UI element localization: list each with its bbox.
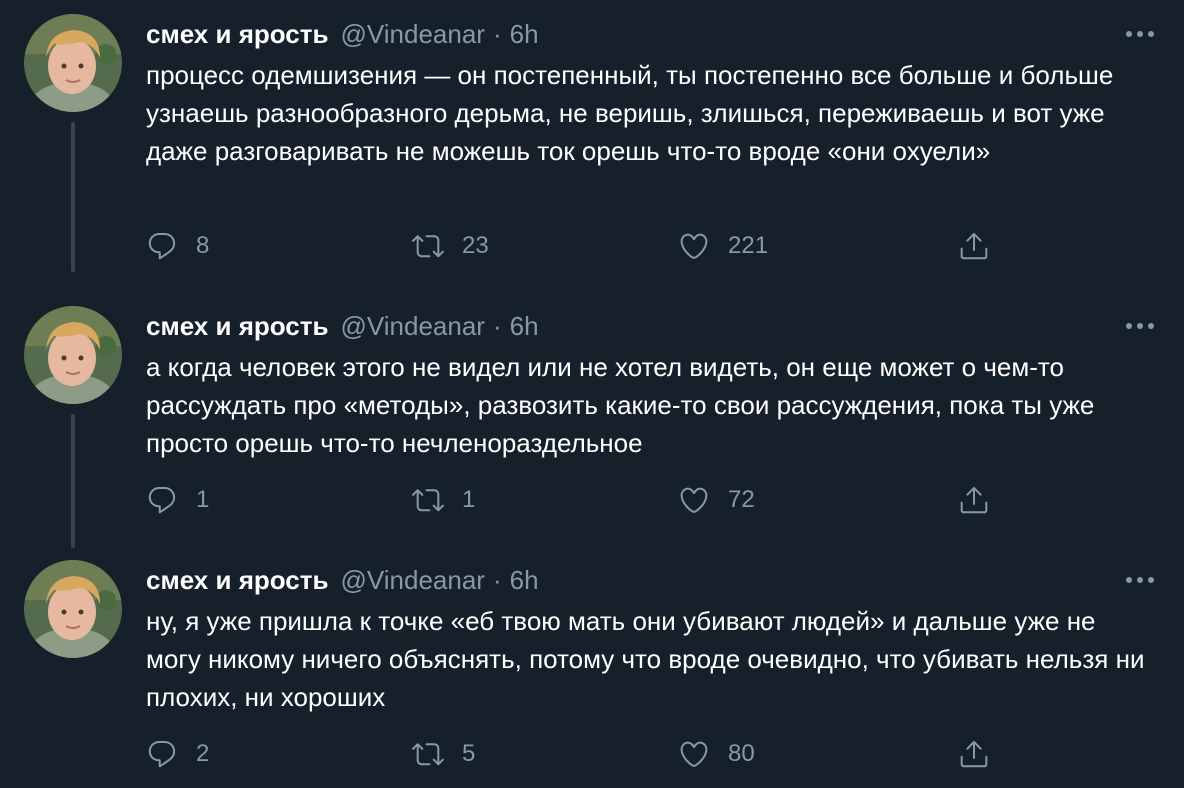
share-button[interactable]: [958, 484, 990, 516]
share-button[interactable]: [958, 230, 990, 262]
share-icon: [958, 484, 990, 516]
user-handle[interactable]: @Vindeanar: [340, 565, 484, 596]
tweet-text: ну, я уже пришла к точке «еб твою мать о…: [146, 606, 1145, 712]
like-button[interactable]: 80: [678, 738, 755, 770]
separator-dot: ·: [492, 564, 502, 595]
retweet-icon: [412, 484, 444, 516]
tweet-text: процесс одемшизения — он постепенный, ты…: [146, 60, 1114, 166]
heart-icon: [678, 484, 710, 516]
share-icon: [958, 738, 990, 770]
like-button[interactable]: 221: [678, 230, 768, 262]
tweet-header: смех и ярость @Vindeanar · 6h: [146, 306, 539, 346]
more-icon: [1125, 322, 1155, 330]
more-icon: [1125, 576, 1155, 584]
reply-icon: [146, 484, 178, 516]
reply-button[interactable]: 2: [146, 738, 209, 770]
avatar[interactable]: [24, 306, 122, 404]
more-options-button[interactable]: [1118, 562, 1162, 598]
share-button[interactable]: [958, 738, 990, 770]
user-handle[interactable]: @Vindeanar: [340, 311, 484, 342]
tweet-text: а когда человек этого не видел или не хо…: [146, 352, 1095, 458]
heart-icon: [678, 738, 710, 770]
retweet-count: 23: [462, 232, 489, 259]
reply-button[interactable]: 1: [146, 484, 209, 516]
display-name[interactable]: смех и ярость: [146, 19, 328, 50]
reply-count: 2: [196, 740, 210, 767]
retweet-count: 1: [462, 486, 476, 513]
reply-count: 8: [196, 232, 210, 259]
timestamp[interactable]: 6h: [510, 311, 539, 342]
retweet-button[interactable]: 5: [412, 738, 475, 770]
heart-icon: [678, 230, 710, 262]
user-handle[interactable]: @Vindeanar: [340, 19, 484, 50]
reply-icon: [146, 230, 178, 262]
display-name[interactable]: смех и ярость: [146, 565, 328, 596]
thread-connector-line: [71, 414, 75, 548]
retweet-count: 5: [462, 740, 476, 767]
reply-button[interactable]: 8: [146, 230, 209, 262]
thread: смех и ярость @Vindeanar · 6h процесс од…: [0, 0, 1184, 788]
timestamp[interactable]: 6h: [510, 19, 539, 50]
thread-connector-line: [71, 122, 75, 272]
separator-dot: ·: [492, 310, 502, 341]
share-icon: [958, 230, 990, 262]
retweet-icon: [412, 230, 444, 262]
reply-icon: [146, 738, 178, 770]
retweet-button[interactable]: 23: [412, 230, 489, 262]
like-button[interactable]: 72: [678, 484, 755, 516]
more-options-button[interactable]: [1118, 16, 1162, 52]
display-name[interactable]: смех и ярость: [146, 311, 328, 342]
retweet-icon: [412, 738, 444, 770]
timestamp[interactable]: 6h: [510, 565, 539, 596]
retweet-button[interactable]: 1: [412, 484, 475, 516]
more-options-button[interactable]: [1118, 308, 1162, 344]
avatar[interactable]: [24, 14, 122, 112]
like-count: 221: [728, 232, 769, 259]
like-count: 72: [728, 486, 755, 513]
tweet-header: смех и ярость @Vindeanar · 6h: [146, 14, 539, 54]
reply-count: 1: [196, 486, 210, 513]
more-icon: [1125, 30, 1155, 38]
separator-dot: ·: [492, 18, 502, 49]
avatar[interactable]: [24, 560, 122, 658]
tweet-header: смех и ярость @Vindeanar · 6h: [146, 560, 539, 600]
like-count: 80: [728, 740, 755, 767]
